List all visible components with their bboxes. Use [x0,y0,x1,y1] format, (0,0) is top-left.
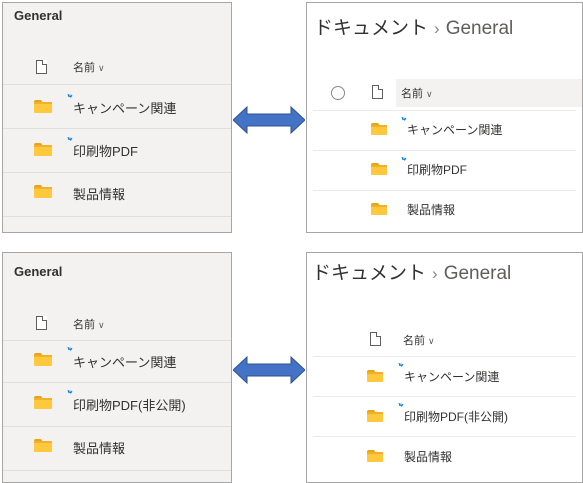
folder-icon [34,396,52,409]
folder-row[interactable]: 印刷物PDF(非公開) [3,383,231,427]
folder-name[interactable]: 製品情報 [73,184,125,203]
breadcrumb-current: General [443,263,512,284]
column-header-row: 名前 ∨ [313,321,576,357]
folder-name[interactable]: 印刷物PDF [407,161,467,178]
chevron-down-icon: ∨ [98,63,105,73]
select-all-icon[interactable] [331,86,345,100]
folder-icon [34,143,52,156]
file-type-icon [36,316,47,330]
column-header-row: 名前 ∨ [313,75,582,111]
folder-row[interactable]: 製品情報 [3,173,231,217]
folder-name[interactable]: 印刷物PDF [73,141,138,160]
folder-icon [367,410,383,422]
breadcrumb: ドキュメント › General [312,258,511,285]
file-type-icon [372,85,383,99]
folder-row[interactable]: 製品情報 [313,191,576,231]
column-header-row: 名前 ∨ [3,49,231,85]
folder-name[interactable]: キャンペーン関連 [73,98,176,117]
breadcrumb: ドキュメント › General [314,13,513,40]
folder-name[interactable]: キャンペーン関連 [407,121,502,138]
name-column-header[interactable]: 名前 ∨ [73,59,105,75]
chevron-down-icon: ∨ [98,320,105,330]
file-type-icon [370,332,381,346]
folder-icon [367,450,383,462]
folder-row[interactable]: キャンペーン関連 [313,357,576,397]
library-title: General [14,264,63,279]
folder-icon [34,100,52,113]
bottom-right-panel: ドキュメント › General 名前 ∨ キャンペーン関連 印刷物PDF(非公開) … [306,252,583,483]
bottom-left-panel: General 名前 ∨ キャンペーン関連 印刷物PDF(非公開) 製品情報 [2,252,232,483]
chevron-down-icon: ∨ [426,89,433,99]
chevron-down-icon: ∨ [428,336,435,346]
folder-row[interactable]: キャンペーン関連 [3,341,231,383]
folder-icon [34,353,52,366]
chevron-right-icon: › [432,264,438,283]
top-left-panel: General 名前 ∨ キャンペーン関連 印刷物PDF 製品情報 [2,2,232,233]
folder-row[interactable]: 印刷物PDF [3,129,231,173]
folder-icon [367,370,383,382]
double-arrow-icon [233,356,305,384]
folder-icon [371,123,387,135]
folder-row[interactable]: 印刷物PDF(非公開) [313,397,576,437]
folder-name[interactable]: 製品情報 [404,448,452,465]
folder-icon [371,163,387,175]
folder-row[interactable]: キャンペーン関連 [3,85,231,129]
folder-icon [34,439,52,452]
folder-row[interactable]: キャンペーン関連 [313,111,576,151]
library-title: General [14,8,63,23]
column-header-row: 名前 ∨ [3,305,231,341]
name-column-header[interactable]: 名前 ∨ [73,316,105,332]
name-column-header[interactable]: 名前 ∨ [401,85,433,101]
name-column-header[interactable]: 名前 ∨ [403,332,435,348]
folder-name[interactable]: キャンペーン関連 [404,368,499,385]
folder-row[interactable]: 製品情報 [3,427,231,471]
folder-icon [371,203,387,215]
folder-row[interactable]: 製品情報 [313,437,576,477]
top-right-panel: ドキュメント › General 名前 ∨ キャンペーン関連 印刷物PDF 製品情報 [306,2,583,233]
folder-row[interactable]: 印刷物PDF [313,151,576,191]
breadcrumb-current: General [445,18,514,39]
double-arrow-icon [233,106,305,134]
folder-name[interactable]: 製品情報 [73,438,125,457]
folder-name[interactable]: 印刷物PDF(非公開) [404,408,508,425]
file-type-icon [36,60,47,74]
folder-name[interactable]: キャンペーン関連 [73,352,176,371]
folder-icon [34,185,52,198]
breadcrumb-root[interactable]: ドキュメント [312,263,426,284]
breadcrumb-root[interactable]: ドキュメント [314,18,428,39]
folder-name[interactable]: 印刷物PDF(非公開) [73,395,186,414]
folder-name[interactable]: 製品情報 [407,201,455,218]
chevron-right-icon: › [434,19,440,38]
